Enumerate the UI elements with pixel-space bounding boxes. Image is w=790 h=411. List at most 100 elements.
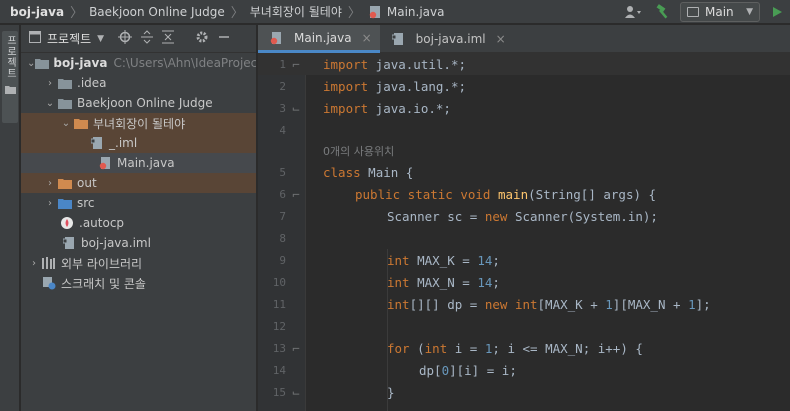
code-token: Scanner(System.in); (507, 208, 658, 224)
locate-file-icon[interactable] (118, 30, 133, 47)
chevron-down-icon[interactable]: ⌄ (43, 98, 57, 109)
tree-item-src[interactable]: › src (21, 193, 256, 213)
line-number: 14 (272, 363, 286, 377)
code-text: int[][] dp = new int[MAX_K + 1][MAX_N + … (306, 297, 711, 312)
code-token: MAX_N = (409, 274, 478, 290)
tree-item-scratches[interactable]: 스크래치 및 콘솔 (21, 273, 256, 293)
code-token: class (323, 164, 361, 180)
tab-main-java[interactable]: Main.java × (258, 25, 380, 53)
java-file-icon (97, 156, 113, 170)
breadcrumb-file-label: Main.java (386, 4, 445, 19)
tree-item-baekjoon-online-judge[interactable]: ⌄ Baekjoon Online Judge (21, 93, 256, 113)
code-line[interactable]: 3 ⌙ import java.io.*; (258, 97, 790, 119)
code-token: import (323, 56, 369, 72)
breadcrumb-file[interactable]: Main.java (363, 0, 449, 24)
tree-item-autocp[interactable]: .autocp (21, 213, 256, 233)
code-line[interactable]: 14 dp[0][i] = i; (258, 359, 790, 381)
source-folder-icon (57, 196, 73, 210)
expand-all-icon[interactable] (141, 30, 154, 47)
run-config-icon (687, 7, 699, 17)
breadcrumb-separator: 〉 (230, 6, 244, 21)
fold-marker-icon[interactable]: ⌐ (286, 57, 306, 72)
code-token: Scanner sc = (387, 208, 485, 224)
autocp-file-icon (59, 216, 75, 230)
close-icon[interactable]: × (496, 32, 506, 46)
code-token: ; (492, 274, 500, 290)
editor-panel: Main.java × boj-java.iml × 1 ⌐ import ja… (258, 25, 790, 411)
code-line[interactable]: 11 int[][] dp = new int[MAX_K + 1][MAX_N… (258, 293, 790, 315)
code-token: i = (447, 340, 485, 356)
code-token: 14 (477, 252, 493, 268)
run-configuration-select[interactable]: Main ▼ (680, 2, 760, 22)
code-token: Main { (360, 164, 414, 180)
tree-item-boj-java[interactable]: ⌄ boj-java C:\Users\Ahn\IdeaProjec (21, 53, 256, 73)
breadcrumb-separator: 〉 (70, 6, 84, 21)
project-panel-header: 프로젝트 ▼ (21, 25, 256, 53)
tree-item-problem-folder[interactable]: ⌄ 부녀회장이 될테야 (21, 113, 256, 133)
breadcrumb-subfolder[interactable]: 부녀회장이 될테야 (246, 0, 346, 24)
code-line[interactable]: 4 (258, 119, 790, 141)
code-area[interactable]: 1 ⌐ import java.util.*; 2 import java.la… (258, 53, 790, 411)
code-line[interactable]: 7 Scanner sc = new Scanner(System.in); (258, 205, 790, 227)
line-number: 2 (279, 79, 286, 93)
chevron-right-icon[interactable]: › (43, 198, 57, 209)
usage-hint-line[interactable]: 0개의 사용위치 (258, 141, 790, 161)
tree-item-label: 스크래치 및 콘솔 (61, 276, 146, 291)
folder-icon (57, 176, 73, 190)
code-line[interactable]: 15 ⌙ } (258, 381, 790, 403)
usage-hint[interactable]: 0개의 사용위치 (306, 143, 394, 159)
chevron-down-icon[interactable]: ▼ (97, 34, 104, 44)
code-line[interactable]: 2 import java.lang.*; (258, 75, 790, 97)
tree-item-main-java[interactable]: Main.java (21, 153, 256, 173)
hide-panel-icon[interactable] (218, 31, 230, 46)
code-line[interactable]: 12 (258, 315, 790, 337)
fold-marker-icon[interactable]: ⌐ (286, 341, 306, 356)
line-number: 15 (272, 385, 286, 399)
line-number: 6 (279, 187, 286, 201)
chevron-right-icon[interactable]: › (43, 178, 57, 189)
account-icon[interactable] (622, 1, 644, 23)
run-icon[interactable] (766, 1, 788, 23)
chevron-down-icon[interactable]: ⌄ (27, 58, 35, 69)
collapse-all-icon[interactable] (162, 30, 175, 47)
tree-item-idea[interactable]: › .idea (21, 73, 256, 93)
code-line[interactable]: 9 int MAX_K = 14; (258, 249, 790, 271)
tree-item-external-libraries[interactable]: › 외부 라이브러리 (21, 253, 256, 273)
breadcrumb-folder[interactable]: Baekjoon Online Judge (85, 0, 229, 24)
close-icon[interactable]: × (362, 31, 372, 45)
project-tool-tab[interactable]: 프로젝트 (2, 31, 18, 123)
code-token: dp[ (419, 362, 442, 378)
line-number: 8 (279, 231, 286, 245)
tree-item-iml[interactable]: _.iml (21, 133, 256, 153)
chevron-down-icon[interactable]: ⌄ (59, 118, 73, 129)
line-number: 4 (279, 123, 286, 137)
tree-item-out[interactable]: › out (21, 173, 256, 193)
gear-icon[interactable] (195, 30, 209, 47)
fold-marker-icon[interactable]: ⌐ (286, 187, 306, 202)
folder-icon (73, 116, 89, 130)
code-line[interactable]: 5 class Main { (258, 161, 790, 183)
line-number: 5 (279, 165, 286, 179)
code-line[interactable]: 10 int MAX_N = 14; (258, 271, 790, 293)
code-token: int (387, 252, 410, 268)
code-line[interactable]: 8 (258, 227, 790, 249)
chevron-right-icon[interactable]: › (43, 78, 57, 89)
code-line[interactable]: 6 ⌐ public static void main(String[] arg… (258, 183, 790, 205)
code-line[interactable]: 1 ⌐ import java.util.*; (258, 53, 790, 75)
tree-item-boj-java-iml[interactable]: boj-java.iml (21, 233, 256, 253)
breadcrumb-project[interactable]: boj-java (0, 0, 68, 24)
code-token: } (387, 384, 395, 400)
folder-icon (57, 96, 73, 110)
code-text: Scanner sc = new Scanner(System.in); (306, 209, 658, 224)
run-config-label: Main (705, 5, 734, 19)
chevron-right-icon[interactable]: › (27, 258, 41, 269)
build-hammer-icon[interactable] (652, 1, 674, 23)
fold-marker-icon[interactable]: ⌙ (286, 101, 306, 116)
tab-boj-java-iml[interactable]: boj-java.iml × (380, 25, 514, 53)
code-token: ][i] = i; (449, 362, 517, 378)
fold-marker-icon[interactable]: ⌙ (286, 385, 306, 400)
code-token: java.io.*; (368, 100, 451, 116)
project-panel-title[interactable]: 프로젝트 (47, 30, 91, 47)
code-line[interactable]: 13 ⌐ for (int i = 1; i <= MAX_N; i++) { (258, 337, 790, 359)
